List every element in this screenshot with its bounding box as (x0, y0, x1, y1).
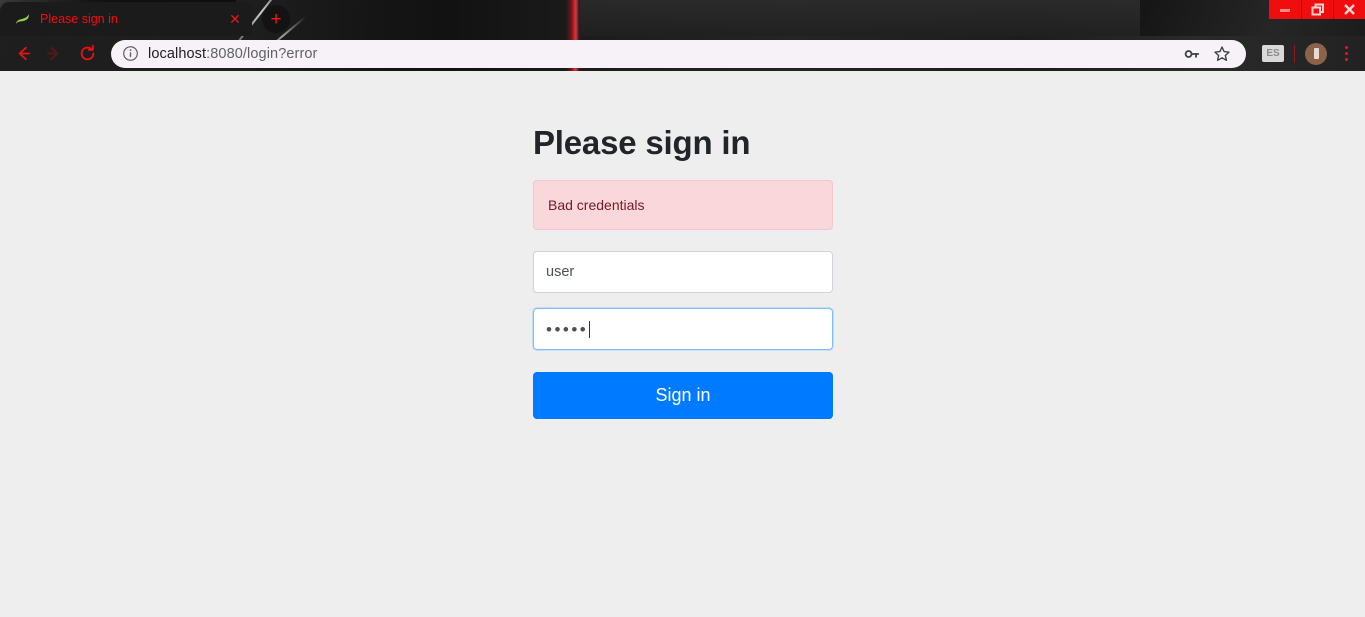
star-outline-icon[interactable] (1210, 42, 1234, 66)
url-host: localhost (148, 45, 207, 62)
reload-button[interactable] (72, 39, 102, 69)
avatar[interactable] (1305, 42, 1327, 65)
window-minimize-button[interactable] (1269, 0, 1301, 19)
tab-title: Please sign in (40, 12, 118, 26)
menu-dot (1344, 58, 1348, 61)
text-cursor (589, 320, 591, 338)
browser-tab-active[interactable]: Please sign in ✕ (0, 2, 252, 36)
tab-close-icon[interactable]: ✕ (226, 10, 244, 28)
username-value: user (546, 264, 575, 280)
forward-button[interactable] (38, 39, 68, 69)
new-tab-button[interactable]: + (262, 5, 290, 33)
sign-in-button[interactable]: Sign in (533, 372, 833, 419)
browser-toolbar: localhost:8080/login?error ES (0, 36, 1365, 71)
menu-dot (1344, 52, 1348, 55)
username-input[interactable]: user (533, 251, 833, 293)
avatar-icon (1313, 48, 1319, 59)
password-value: ••••• (546, 319, 589, 339)
browser-window: Please sign in ✕ + localhost:8080/login?… (0, 0, 1365, 617)
key-icon[interactable] (1180, 42, 1204, 66)
spring-leaf-icon (14, 11, 31, 28)
password-input[interactable]: ••••• (533, 308, 833, 350)
info-circle-icon[interactable] (121, 45, 139, 63)
window-close-button[interactable] (1333, 0, 1365, 19)
language-indicator-badge[interactable]: ES (1262, 45, 1284, 62)
three-dot-menu-icon[interactable] (1335, 41, 1357, 67)
window-maximize-button[interactable] (1301, 0, 1333, 19)
toolbar-separator (1294, 44, 1295, 63)
tab-strip: Please sign in ✕ + (0, 0, 1365, 36)
address-bar[interactable]: localhost:8080/login?error (111, 39, 1246, 68)
status-badge: Bad credentials (533, 180, 833, 230)
plus-icon: + (270, 8, 282, 30)
back-button[interactable] (8, 39, 38, 69)
window-controls (1269, 0, 1365, 19)
page-viewport: Please sign in Bad credentials user ••••… (0, 71, 1365, 617)
url-path: :8080/login?error (206, 45, 318, 62)
browser-chrome: Please sign in ✕ + localhost:8080/login?… (0, 0, 1365, 71)
page-title: Please sign in (533, 124, 751, 161)
url-text: localhost:8080/login?error (148, 46, 1174, 62)
sign-in-form: Please sign in Bad credentials user ••••… (533, 123, 833, 419)
menu-dot (1344, 46, 1348, 49)
